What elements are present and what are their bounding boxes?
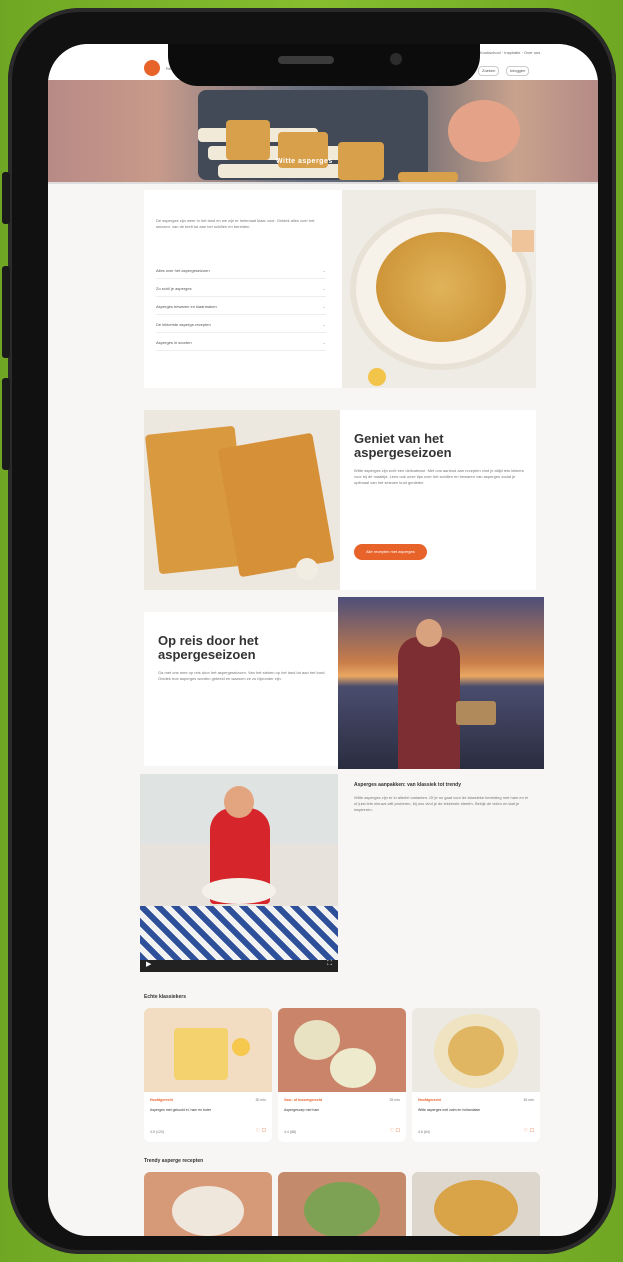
recipe-card-2[interactable]: Voor- of tussengerecht 25 min Aspergesoe… [278,1008,406,1142]
reis-title: Op reis door het aspergeseizoen [158,633,259,662]
video-player[interactable]: ▶ ⛶ [140,774,338,972]
accordion-item-5[interactable]: Asperges in soorten ⌄ [156,336,326,351]
speaker-grille [278,56,334,64]
chevron-down-icon: ⌄ [322,322,326,327]
volume-down-button [2,378,10,470]
video-controls[interactable] [140,960,338,972]
accordion-item-4[interactable]: De lekkerste asperge-recepten ⌄ [156,318,326,333]
reis-text: Ga met ons mee op reis door het asperges… [158,670,326,681]
volume-up-button [2,266,10,358]
sauce-bowl [448,100,520,162]
accordion-item-2[interactable]: Zo schil je asperges ⌄ [156,282,326,297]
accordion-item-1[interactable]: Alles over het aspergeseizoen ⌄ [156,264,326,279]
front-camera [390,53,402,65]
recipe-card-3[interactable]: Hoofdgerecht 45 min Witte asperges met z… [412,1008,540,1142]
chevron-down-icon: ⌄ [322,286,326,291]
classics-title: Echte klassiekers [144,994,186,1000]
video-text: Witte asperges zijn er in allerlei varia… [354,795,529,812]
geniet-title: Geniet van het aspergeseizoen [354,431,452,460]
video-title: Asperges aanpakken: van klassiek tot tre… [354,782,461,788]
trendy-title: Trendy asperge recepten [144,1158,204,1164]
phone-notch [168,44,480,86]
chevron-down-icon: ⌄ [322,304,326,309]
chevron-down-icon: ⌄ [322,268,326,273]
save-icon[interactable]: ♡ ☐ [390,1128,400,1134]
chevron-down-icon: ⌄ [322,340,326,345]
farmer-field-image [338,597,544,769]
trendy-card-1[interactable] [144,1172,272,1236]
video-text-block: Asperges aanpakken: van klassiek tot tre… [354,782,532,813]
trendy-card-3[interactable] [412,1172,540,1236]
recipe-photo [412,1008,540,1092]
phone-screen: Recepten Kookschool · Inspiratie · Over … [48,44,598,1236]
login-button[interactable]: Inloggen [506,66,530,76]
recipe-photo [278,1008,406,1092]
site-logo[interactable] [144,60,160,76]
search-button[interactable]: Zoeken [478,66,500,76]
hero-banner: Witte asperges [48,80,598,182]
play-icon[interactable]: ▶ [146,960,151,968]
fullscreen-icon[interactable]: ⛶ [327,960,332,968]
intro-card: De asperges zijn weer in het land en we … [144,190,342,388]
accordion-item-3[interactable]: Asperges bewaren en klaarmaken ⌄ [156,300,326,315]
geniet-text: Witte asperges zijn echt een delicatesse… [354,468,524,485]
nav-links[interactable]: Kookschool · Inspiratie · Over ons [480,50,540,55]
save-icon[interactable]: ♡ ☐ [256,1128,266,1134]
tart-image [144,410,340,590]
recipe-card-1[interactable]: Hoofdgerecht 30 min Asperges met gekookt… [144,1008,272,1142]
geniet-card: Geniet van het aspergeseizoen Witte aspe… [340,410,536,590]
save-icon[interactable]: ♡ ☐ [524,1128,534,1134]
intro-dish-image [342,190,536,388]
all-asparagus-recipes-button[interactable]: Alle recepten met asperges [354,544,427,560]
trendy-card-2[interactable] [278,1172,406,1236]
recipe-photo [144,1008,272,1092]
reis-card: Op reis door het aspergeseizoen Ga met o… [144,612,338,766]
hero-title: Witte asperges [276,158,333,165]
silent-switch [2,172,10,224]
intro-text: De asperges zijn weer in het land en we … [156,218,315,229]
